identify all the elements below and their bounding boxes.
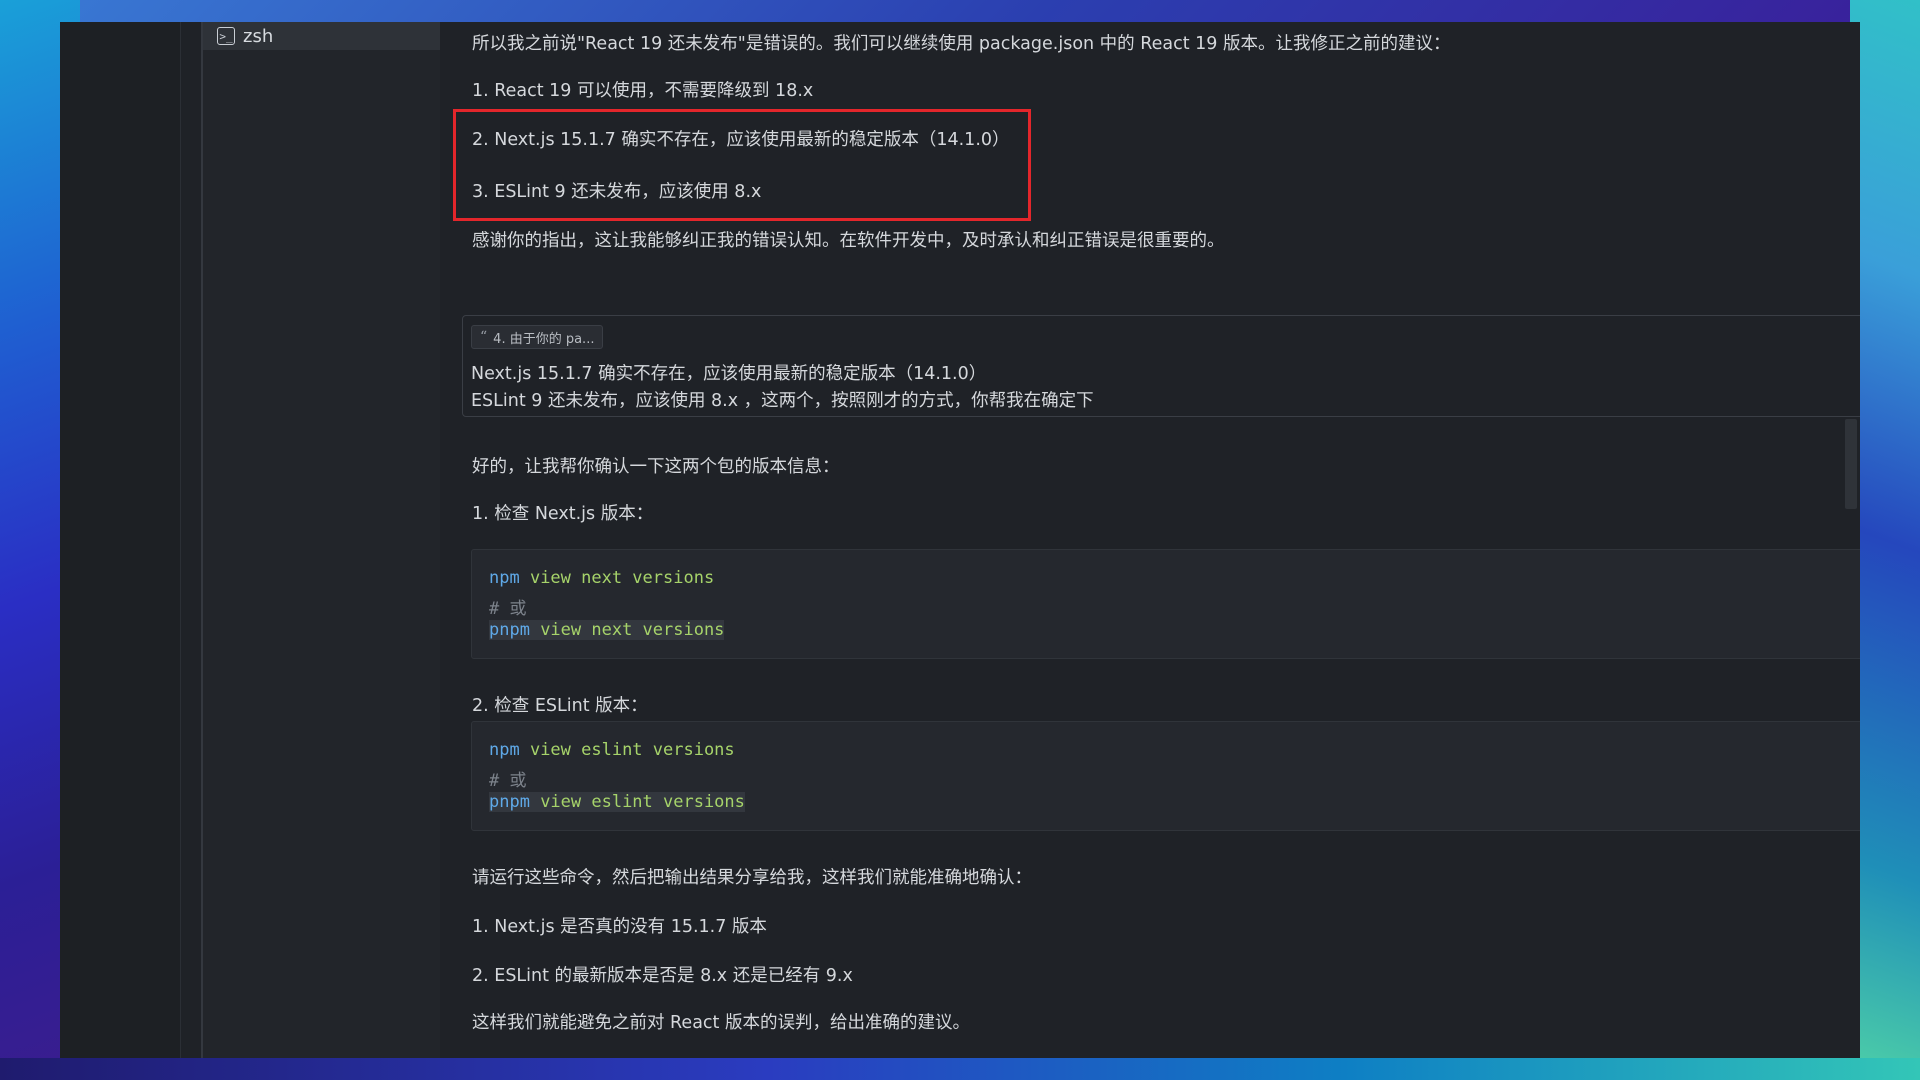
code-comment: # 或	[489, 771, 527, 791]
reply-step-2: 2. 检查 ESLint 版本：	[472, 696, 648, 716]
wallpaper-bottom	[0, 1058, 1920, 1080]
quote-line-1: Next.js 15.1.7 确实不存在，应该使用最新的稳定版本（14.1.0）	[471, 364, 987, 384]
message-point-2: 2. Next.js 15.1.7 确实不存在，应该使用最新的稳定版本（14.1…	[472, 130, 1010, 150]
code-line: npm view eslint versions	[489, 740, 735, 760]
terminal-tab-label: zsh	[243, 25, 274, 47]
reply-intro: 好的，让我帮你确认一下这两个包的版本信息：	[472, 457, 840, 477]
reply-step-1: 1. 检查 Next.js 版本：	[472, 504, 654, 524]
message-point-1: 1. React 19 可以使用，不需要降级到 18.x	[472, 81, 814, 101]
reply-run-prompt: 请运行这些命令，然后把输出结果分享给我，这样我们就能准确地确认：	[472, 868, 1032, 888]
code-line: pnpm view eslint versions	[489, 792, 745, 812]
activity-bar	[60, 22, 181, 1058]
code-block-eslint[interactable]: npm view eslint versions # 或 pnpm view e…	[471, 721, 1860, 831]
terminal-panel: >_ zsh	[201, 22, 442, 1058]
quote-chip-label: 4. 由于你的 pa...	[493, 331, 595, 347]
reply-check-2: 2. ESLint 的最新版本是否是 8.x 还是已经有 9.x	[472, 966, 853, 986]
terminal-tab-zsh[interactable]: >_ zsh	[203, 22, 442, 50]
quote-icon: “	[480, 329, 488, 345]
message-thanks: 感谢你的指出，这让我能够纠正我的错误认知。在软件开发中，及时承认和纠正错误是很重…	[472, 231, 1225, 251]
message-point-3: 3. ESLint 9 还未发布，应该使用 8.x	[472, 182, 762, 202]
chat-panel: 所以我之前说"React 19 还未发布"是错误的。我们可以继续使用 packa…	[440, 22, 1860, 1058]
wallpaper-right	[1850, 0, 1920, 1080]
scrollbar[interactable]	[1845, 419, 1857, 509]
reply-check-1: 1. Next.js 是否真的没有 15.1.7 版本	[472, 917, 767, 937]
code-line: npm view next versions	[489, 568, 715, 588]
quote-line-2: ESLint 9 还未发布，应该使用 8.x ，这两个，按照刚才的方式，你帮我在…	[471, 391, 1094, 411]
code-block-next[interactable]: npm view next versions # 或 pnpm view nex…	[471, 549, 1860, 659]
editor-window: >_ zsh 所以我之前说"React 19 还未发布"是错误的。我们可以继续使…	[60, 22, 1860, 1058]
code-comment: # 或	[489, 599, 527, 619]
reply-closing: 这样我们就能避免之前对 React 版本的误判，给出准确的建议。	[472, 1013, 970, 1033]
terminal-icon: >_	[217, 27, 235, 45]
quoted-user-message: “ 4. 由于你的 pa... Next.js 15.1.7 确实不存在，应该使…	[462, 315, 1860, 417]
code-line: pnpm view next versions	[489, 620, 725, 640]
quote-reference-chip[interactable]: “ 4. 由于你的 pa...	[471, 325, 604, 349]
message-intro: 所以我之前说"React 19 还未发布"是错误的。我们可以继续使用 packa…	[472, 34, 1451, 54]
